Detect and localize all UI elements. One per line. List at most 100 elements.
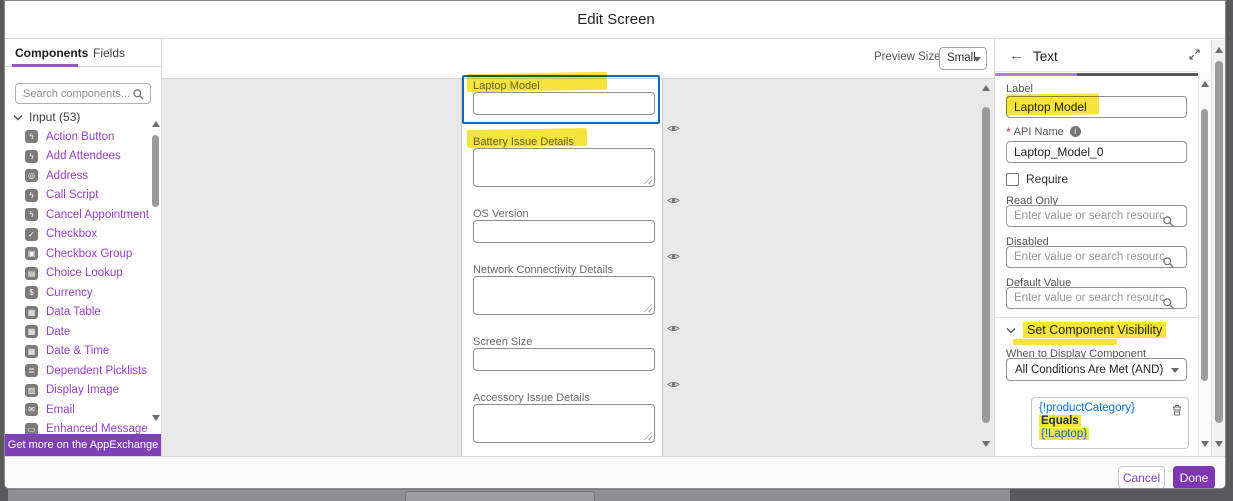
visibility-condition-card: {!productCategory}Equals{!Laptop} xyxy=(1031,397,1189,449)
sidebar-scroll-up[interactable] xyxy=(152,121,160,127)
visibility-eye-icon[interactable] xyxy=(667,248,680,266)
canvas-scroll-up[interactable] xyxy=(982,85,990,91)
component-list-item[interactable]: ▤Choice Lookup xyxy=(5,264,151,284)
panel-header-underline-purple xyxy=(995,73,1077,76)
condition-operator: Equals xyxy=(1039,415,1081,427)
search-input[interactable] xyxy=(23,85,135,102)
canvas-text-input[interactable] xyxy=(473,92,655,115)
condition-resource-link[interactable]: {!productCategory} xyxy=(1039,402,1135,414)
resource-lookup-input[interactable] xyxy=(1014,248,1164,266)
preview-size-select[interactable]: Small xyxy=(939,47,987,70)
component-label: Email xyxy=(46,404,75,416)
panel-title: Text xyxy=(1033,49,1058,64)
tab-components[interactable]: Components xyxy=(15,39,88,67)
canvas-textarea[interactable] xyxy=(473,148,655,187)
require-label: Require xyxy=(1026,172,1068,186)
canvas-text-input[interactable] xyxy=(473,348,655,371)
visibility-section-title: Set Component Visibility xyxy=(1023,322,1166,338)
component-list-item[interactable]: ▦ Date xyxy=(5,322,151,342)
component-list-item[interactable]: ◎Address xyxy=(5,166,151,186)
resource-lookup-input[interactable] xyxy=(1014,207,1164,225)
date-time-icon: ▦ xyxy=(25,345,38,358)
component-search-box[interactable] xyxy=(15,83,151,104)
visibility-eye-icon[interactable] xyxy=(667,120,680,138)
resource-lookup-field[interactable] xyxy=(1006,205,1187,227)
modal-title-bar: Edit Screen xyxy=(5,1,1226,39)
component-list: ϟAction ButtonϟAdd Attendees◎AddressϟCal… xyxy=(5,127,151,456)
active-tab-underline xyxy=(12,64,78,67)
panel-scroll-down[interactable] xyxy=(1201,441,1209,447)
label-input[interactable] xyxy=(1006,96,1187,118)
component-label: Checkbox Group xyxy=(46,248,132,260)
modal-scroll-down[interactable] xyxy=(1215,441,1223,447)
component-label: Date xyxy=(46,326,70,338)
modal-scroll-thumb[interactable] xyxy=(1215,61,1223,423)
visibility-eye-icon[interactable] xyxy=(667,320,680,338)
condition-logic-select[interactable]: All Conditions Are Met (AND) xyxy=(1006,358,1187,381)
condition-value-link[interactable]: {!Laptop} xyxy=(1039,428,1089,440)
component-list-item[interactable]: ϟCancel Appointment xyxy=(5,205,151,225)
api-name-input[interactable] xyxy=(1006,141,1187,163)
component-list-item[interactable]: ▨ Display Image xyxy=(5,381,151,401)
canvas-textarea[interactable] xyxy=(473,404,655,443)
highlight-mark xyxy=(1013,339,1117,345)
resource-lookup-field[interactable] xyxy=(1006,287,1187,309)
visibility-section-header[interactable]: Set Component Visibility xyxy=(1006,322,1166,338)
resource-lookup-field[interactable] xyxy=(1006,246,1187,268)
sidebar-tabs: Components Fields xyxy=(5,39,161,67)
panel-scroll-up[interactable] xyxy=(1201,81,1209,87)
info-icon[interactable]: i xyxy=(1070,126,1081,137)
date-icon: ▦ xyxy=(25,325,38,338)
component-label: Data Table xyxy=(46,306,101,318)
picklist-icon: ≣ xyxy=(25,364,38,377)
panel-header-underline-dark xyxy=(1077,73,1198,76)
component-list-item[interactable]: ▦ Date & Time xyxy=(5,342,151,362)
component-list-item[interactable]: ▦Data Table xyxy=(5,303,151,323)
canvas-text-input[interactable] xyxy=(473,220,655,243)
modal-scroll-up[interactable] xyxy=(1215,47,1223,53)
tab-fields[interactable]: Fields xyxy=(93,39,125,67)
component-label: Date & Time xyxy=(46,345,109,357)
panel-scroll-thumb[interactable] xyxy=(1201,109,1208,381)
cancel-button[interactable]: Cancel xyxy=(1118,466,1165,489)
component-list-item[interactable]: ≣ Dependent Picklists xyxy=(5,361,151,381)
sidebar-scroll-down[interactable] xyxy=(152,415,160,421)
label-field-label: Label xyxy=(1006,83,1033,95)
chevron-down-icon xyxy=(13,114,23,121)
back-arrow-icon[interactable]: ← xyxy=(1009,48,1024,63)
resource-lookup-input[interactable] xyxy=(1014,289,1164,307)
canvas-scroll-down[interactable] xyxy=(982,441,990,447)
expand-panel-icon[interactable] xyxy=(1189,49,1200,60)
required-asterisk: * xyxy=(1006,125,1011,139)
component-list-item[interactable]: ✓Checkbox xyxy=(5,225,151,245)
component-list-item[interactable]: ϟAdd Attendees xyxy=(5,147,151,167)
image-icon: ▨ xyxy=(25,384,38,397)
component-label: Action Button xyxy=(46,131,114,143)
canvas-scroll-thumb[interactable] xyxy=(982,107,990,423)
section-divider xyxy=(995,317,1198,318)
component-label: Add Attendees xyxy=(46,150,121,162)
input-section-label: Input (53) xyxy=(29,110,80,124)
component-list-item[interactable]: ϟCall Script xyxy=(5,186,151,206)
visibility-eye-icon[interactable] xyxy=(667,192,680,210)
page-title: Edit Screen xyxy=(5,1,1226,39)
component-label: Display Image xyxy=(46,384,119,396)
component-label: Cancel Appointment xyxy=(46,209,149,221)
appexchange-link[interactable]: Get more on the AppExchange xyxy=(5,434,161,456)
component-list-item[interactable]: $Currency xyxy=(5,283,151,303)
component-list-item[interactable]: ✉Email xyxy=(5,400,151,420)
component-label: Address xyxy=(46,170,88,182)
input-section-header[interactable]: Input (53) xyxy=(13,109,80,125)
component-list-item[interactable]: ϟAction Button xyxy=(5,127,151,147)
sidebar-scroll-thumb[interactable] xyxy=(152,135,159,207)
preview-size-label: Preview Size xyxy=(874,51,940,63)
component-list-item[interactable]: ▣Checkbox Group xyxy=(5,244,151,264)
screen-preview-column xyxy=(461,79,663,456)
done-button[interactable]: Done xyxy=(1173,466,1215,489)
visibility-eye-icon[interactable] xyxy=(667,376,680,394)
trash-icon[interactable] xyxy=(1172,403,1182,421)
canvas-textarea[interactable] xyxy=(473,276,655,315)
component-label: Dependent Picklists xyxy=(46,365,147,377)
require-checkbox[interactable] xyxy=(1006,173,1019,186)
require-row: Require xyxy=(1006,172,1068,186)
